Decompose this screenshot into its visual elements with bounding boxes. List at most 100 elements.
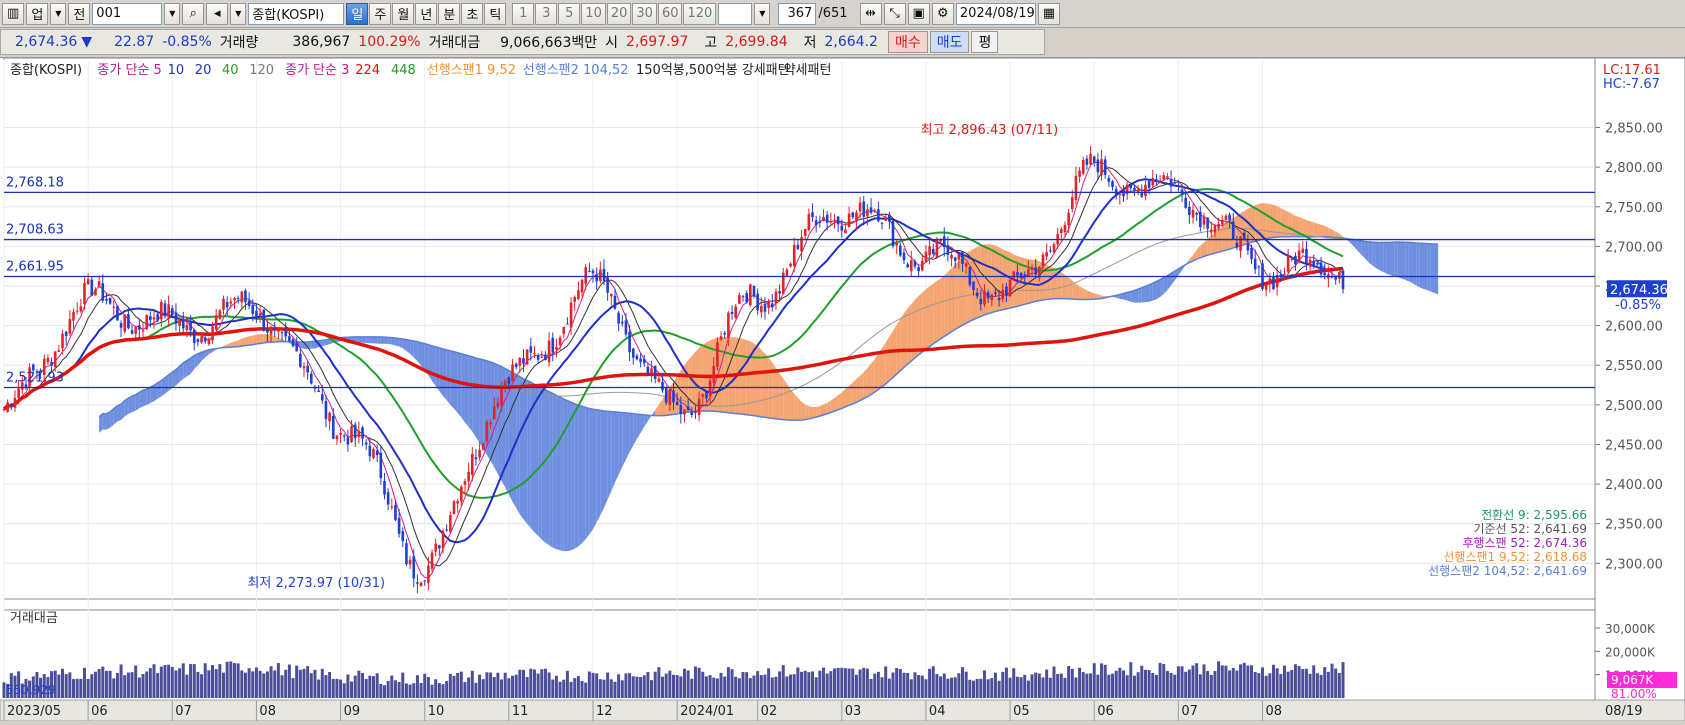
search-icon[interactable]: ⌕ [182, 2, 205, 25]
candle-body [569, 302, 573, 328]
ichimoku-cloud [1214, 229, 1219, 254]
count-input[interactable]: 367 [778, 2, 817, 25]
volume-bar [986, 679, 990, 698]
candle-body [591, 270, 595, 274]
x-tick-label: 02 [761, 704, 778, 719]
ichimoku-cloud [614, 411, 619, 483]
volume-bar [1067, 665, 1071, 698]
low-value: 2,664.2 [824, 34, 878, 50]
candle-body [811, 212, 814, 218]
draw-tool-icon[interactable]: ⤡ [883, 2, 906, 25]
code-input[interactable]: 001 [92, 2, 163, 25]
interval-custom-input[interactable] [718, 2, 753, 25]
period-button-5[interactable]: 초 [461, 2, 484, 25]
volume-bar [565, 670, 569, 698]
candle-body [807, 213, 811, 230]
volume-bar [880, 677, 884, 698]
candle-body [61, 333, 64, 349]
volume-bar [792, 674, 796, 698]
period-toggle[interactable]: 전 [68, 2, 91, 25]
interval-button-4[interactable]: 20 [606, 2, 632, 25]
volume-bar [1107, 674, 1111, 698]
ichimoku-cloud [867, 363, 872, 397]
interval-button-5[interactable]: 30 [632, 2, 657, 25]
low-annotation: 최저 2,273.97 (10/31) [247, 576, 385, 591]
volume-bar [1081, 672, 1085, 698]
volume-bar [606, 672, 610, 698]
candle-body [931, 248, 935, 254]
period-button-6[interactable]: 틱 [484, 2, 507, 25]
ichimoku-cloud [1269, 203, 1274, 239]
chart-tool-icon[interactable]: ⇹ [859, 2, 882, 25]
candle-body [72, 312, 75, 321]
volume-bar [1092, 663, 1096, 698]
candle-body [642, 359, 646, 364]
volume-bar [382, 685, 386, 698]
candle-body [566, 323, 569, 325]
volume-bar [1030, 674, 1034, 698]
interval-button-7[interactable]: 120 [683, 2, 717, 25]
interval-button-2[interactable]: 5 [558, 2, 581, 25]
ichimoku-cloud [1368, 241, 1373, 266]
candle-body [738, 294, 741, 304]
save-icon[interactable]: ▣ [907, 2, 930, 25]
period-button-3[interactable]: 년 [415, 2, 438, 25]
volume-bar [1129, 662, 1133, 698]
volume-bar [543, 668, 547, 698]
interval-dropdown-icon[interactable]: ▼ [754, 2, 771, 25]
volume-bar [946, 678, 950, 698]
period-button-2[interactable]: 월 [392, 2, 415, 25]
volume-bar [723, 676, 727, 698]
market-select[interactable]: 업 [26, 2, 49, 25]
buy-button[interactable]: 매수 [887, 31, 928, 53]
volume-bar [540, 669, 544, 698]
calendar-icon[interactable]: ▦ [1037, 2, 1061, 25]
volume-bar [258, 670, 262, 698]
gear-icon[interactable]: ⚙ [931, 2, 954, 25]
chart-svg[interactable]: 2,850.002,800.002,750.002,700.002,650.00… [0, 57, 1685, 722]
volume-bar [507, 678, 511, 698]
interval-button-1[interactable]: 3 [535, 2, 558, 25]
candle-body [1253, 258, 1257, 270]
period-button-0[interactable]: 일 [346, 2, 369, 25]
candle-body [306, 365, 309, 373]
interval-button-0[interactable]: 1 [512, 2, 535, 25]
flat-button[interactable]: 평 [971, 31, 999, 53]
period-button-4[interactable]: 분 [438, 2, 461, 25]
candle-body [438, 545, 441, 549]
ichimoku-cloud [1375, 242, 1380, 271]
y-tick-label: 2,600.00 [1605, 320, 1663, 335]
candle-body [94, 289, 97, 296]
candle-body [167, 304, 170, 318]
candle-body [390, 506, 394, 508]
candle-body [1224, 215, 1228, 221]
volume-bar [576, 676, 580, 698]
volume-bar [518, 669, 522, 698]
speaker-icon[interactable]: ◂ [206, 2, 229, 25]
date-input[interactable]: 2024/08/19 [955, 2, 1036, 25]
candle-body [10, 403, 13, 407]
candle-body [558, 337, 562, 345]
volume-bar [851, 668, 855, 698]
period-button-1[interactable]: 주 [369, 2, 392, 25]
interval-button-3[interactable]: 10 [581, 2, 606, 25]
volume-bar [346, 674, 350, 698]
volume-bar [170, 666, 174, 698]
candle-body [419, 582, 423, 587]
volume-bar [1041, 677, 1045, 698]
candle-body [375, 450, 379, 456]
candle-body [105, 298, 108, 301]
candle-body [851, 212, 855, 218]
volume-bar [379, 683, 383, 698]
volume-bar [935, 674, 939, 698]
code-dropdown-icon[interactable]: ▼ [164, 2, 181, 25]
volume-bar [1246, 665, 1250, 698]
ichimoku-cloud [388, 337, 392, 345]
interval-button-6[interactable]: 60 [657, 2, 683, 25]
chevron-down-icon[interactable]: ▼ [50, 2, 67, 25]
candle-body [13, 397, 17, 408]
speaker-dropdown-icon[interactable]: ▼ [230, 2, 247, 25]
layout-icon[interactable]: ▥ [2, 2, 25, 25]
sell-button[interactable]: 매도 [929, 31, 970, 53]
ichimoku-cloud [1079, 286, 1084, 300]
